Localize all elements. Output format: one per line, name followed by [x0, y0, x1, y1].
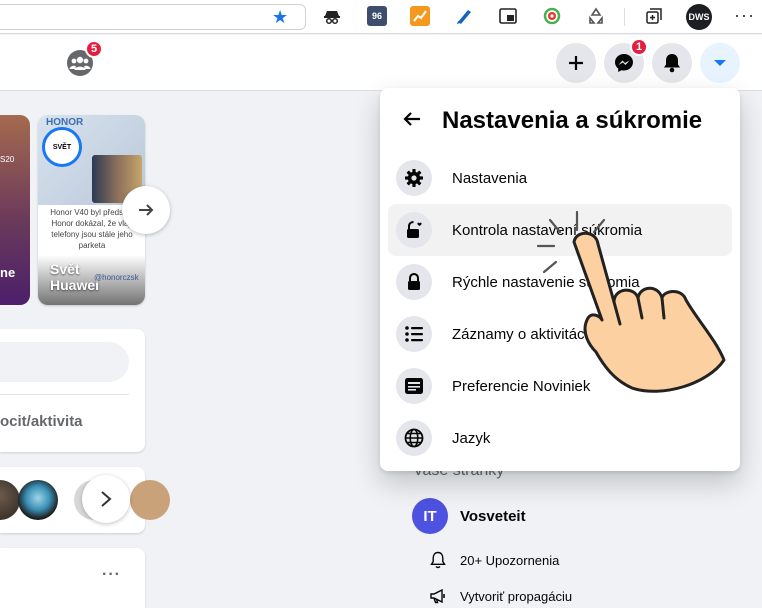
- menu-item-label: Jazyk: [452, 429, 491, 447]
- story-card-partial[interactable]: S20 ne: [0, 115, 30, 305]
- collections-icon[interactable]: [644, 6, 664, 26]
- pip-extension-icon[interactable]: [498, 6, 518, 26]
- back-arrow-icon[interactable]: [398, 108, 426, 136]
- megaphone-icon: [428, 588, 448, 604]
- page-shortcut[interactable]: IT Vosveteit: [412, 498, 526, 534]
- messenger-badge: 1: [630, 38, 648, 56]
- notifications-label: 20+ Upozornenia: [460, 552, 560, 568]
- menu-item-label: Nastavenia: [452, 169, 528, 187]
- gear-icon: [396, 160, 432, 196]
- lock-heart-icon: [396, 212, 432, 248]
- notifications-button[interactable]: [652, 43, 692, 83]
- edit-extension-icon[interactable]: [454, 6, 474, 26]
- bookmark-star-icon[interactable]: ★: [272, 6, 288, 28]
- post-more-icon[interactable]: ···: [102, 566, 121, 584]
- story-handle: @honorczsk: [94, 273, 139, 282]
- rooms-next-button[interactable]: [82, 475, 130, 523]
- rooms-tray: [0, 467, 170, 533]
- account-menu-button[interactable]: [700, 43, 740, 83]
- story-subtext: S20: [0, 155, 15, 164]
- speed-extension-icon[interactable]: 96: [367, 6, 387, 26]
- create-promotion-link[interactable]: Vytvoriť propagáciu: [428, 585, 572, 607]
- pointing-hand-cursor-icon: [536, 210, 726, 393]
- plus-icon: [569, 56, 583, 70]
- chevron-right-icon: [101, 491, 112, 507]
- list-icon: [396, 316, 432, 352]
- lock-icon: [396, 264, 432, 300]
- promote-label: Vytvoriť propagáciu: [460, 588, 573, 604]
- room-avatar[interactable]: [130, 480, 170, 520]
- messenger-icon: [615, 54, 633, 72]
- toolbar-separator: [624, 8, 625, 26]
- globe-icon: [396, 420, 432, 456]
- menu-item-settings[interactable]: Nastavenia: [388, 152, 732, 204]
- feed-post: ···: [0, 548, 145, 608]
- page-name: Vosveteit: [460, 507, 526, 525]
- feeling-activity-button[interactable]: ocit/aktivita: [0, 413, 83, 430]
- groups-badge: 5: [85, 40, 103, 58]
- story-avatar: SVĚT: [42, 127, 82, 167]
- recycle-extension-icon[interactable]: [586, 6, 606, 26]
- incognito-extension-icon[interactable]: [322, 6, 342, 26]
- room-avatar[interactable]: [0, 480, 20, 520]
- composer-input[interactable]: [0, 342, 129, 382]
- caret-down-icon: [714, 60, 726, 66]
- bell-outline-icon: [428, 551, 448, 569]
- menu-item-language[interactable]: Jazyk: [388, 412, 732, 464]
- composer-divider: [0, 394, 129, 395]
- news-feed-icon: [396, 368, 432, 404]
- story-name: ne: [0, 265, 16, 280]
- room-avatar[interactable]: [18, 480, 58, 520]
- browser-toolbar: ★ 96 DWS ···: [0, 0, 762, 34]
- menu-title: Nastavenia a súkromie: [442, 107, 703, 134]
- page-avatar: IT: [412, 498, 448, 534]
- browser-more-icon[interactable]: ···: [734, 4, 755, 26]
- stories-next-button[interactable]: [122, 186, 170, 234]
- bell-icon: [664, 54, 680, 73]
- arrow-right-icon: [139, 204, 154, 216]
- post-composer: ocit/aktivita: [0, 329, 145, 452]
- address-bar[interactable]: [0, 4, 306, 30]
- color-extension-icon[interactable]: [542, 6, 562, 26]
- chart-extension-icon[interactable]: [410, 6, 430, 26]
- facebook-header: 5 1: [0, 35, 762, 91]
- page-notifications-link[interactable]: 20+ Upozornenia: [428, 549, 559, 571]
- browser-profile-avatar[interactable]: DWS: [686, 4, 712, 30]
- create-button[interactable]: [556, 43, 596, 83]
